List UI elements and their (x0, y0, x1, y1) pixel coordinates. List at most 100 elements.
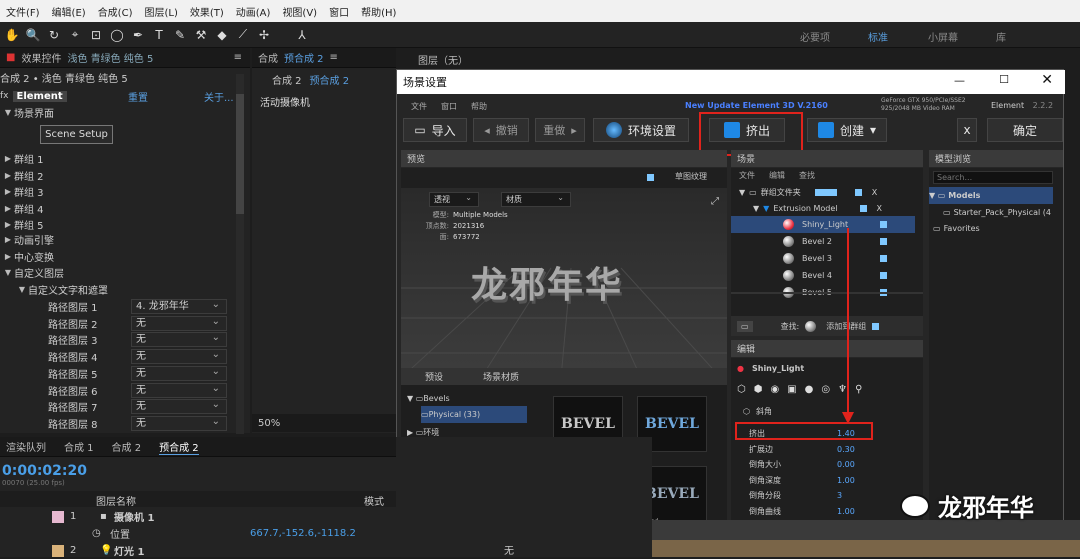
menu-item-4[interactable]: 效果(T) (190, 4, 224, 19)
axis-icon[interactable]: ⅄ (293, 26, 311, 44)
group-folder-row[interactable]: ▼ ▭ 群组文件夹 X (739, 184, 877, 201)
edit-field-value[interactable]: 1.00 (837, 476, 855, 485)
texture-tab-icon[interactable]: ▣ (787, 384, 796, 395)
material-tab-icon[interactable]: ◉ (770, 384, 779, 395)
path-layer-select[interactable]: 无 (131, 315, 227, 331)
tab-comp-2[interactable]: 合成 2 (272, 72, 302, 87)
workspace-library[interactable]: 库 (996, 29, 1006, 44)
custom-layers-group[interactable]: ▼ 自定义图层 (2, 264, 64, 281)
scene-item-2[interactable]: Bevel 2 (731, 233, 915, 250)
tab-scene-materials[interactable]: 场景材质 (483, 370, 519, 383)
scene-setup-button[interactable]: Scene Setup (40, 125, 113, 144)
path-layer-select[interactable]: 无 (131, 398, 227, 415)
close-icon[interactable]: ✕ (1041, 72, 1053, 88)
timeline-row-position[interactable]: ◷ 位置 667.7,-152.6,-1118.2 (0, 525, 396, 542)
dialog-menu-item[interactable]: 文件 (411, 101, 427, 112)
preset-tree-item[interactable]: ▭ Physical (33) (421, 406, 527, 423)
path-layer-select[interactable]: 无 (131, 348, 227, 365)
edit-field-value[interactable]: 0.30 (837, 445, 855, 454)
rotate-icon[interactable]: ↻ (45, 26, 63, 44)
popout-icon[interactable]: ⤢ (711, 196, 719, 207)
render-mode-select[interactable]: 透视 (429, 191, 479, 207)
puppet-icon[interactable]: ✢ (255, 26, 273, 44)
current-time[interactable]: 0:00:02:20 (2, 463, 87, 479)
menu-item-0[interactable]: 文件(F) (6, 4, 40, 19)
workspace-standard[interactable]: 标准 (868, 29, 888, 44)
reset-link[interactable]: 重置 (128, 89, 148, 104)
stopwatch-icon[interactable]: ◷ (92, 528, 101, 539)
zoom-select[interactable]: 50% (258, 418, 280, 429)
pen-icon[interactable]: ✒ (129, 26, 147, 44)
scene-item-3[interactable]: Bevel 3 (731, 250, 915, 267)
add-to-group-button[interactable]: 添加到群组 (826, 321, 866, 332)
path-layer-select[interactable]: 无 (131, 415, 227, 431)
anim-engine-group[interactable]: ▶ 动画引擎 (2, 231, 54, 248)
edit-field-value[interactable]: 0.00 (837, 460, 855, 469)
sphere-filter-icon[interactable] (805, 320, 817, 332)
maximize-icon[interactable]: ☐ (999, 73, 1009, 86)
group-3[interactable]: ▶ 群组 3 (2, 183, 44, 200)
effect-controls-tab[interactable]: ■ 效果控件 浅色 青绿色 纯色 5 ≡ (0, 48, 250, 68)
scene-interface-group[interactable]: ▼ 场景界面 (2, 104, 54, 121)
layer-tab[interactable]: 图层（无） (418, 52, 468, 67)
menu-item-2[interactable]: 合成(C) (98, 4, 133, 19)
cancel-x-button[interactable]: x (957, 118, 977, 142)
material-mode-select[interactable]: 材质 (501, 191, 571, 207)
draft-texture-checkbox[interactable] (647, 174, 654, 181)
starter-pack-folder[interactable]: ▭ Starter_Pack_Physical (4 (943, 204, 1051, 221)
timeline-tab[interactable]: 合成 2 (112, 439, 142, 454)
scene-item-4[interactable]: Bevel 4 (731, 267, 915, 284)
workspace-essentials[interactable]: 必要项 (800, 29, 830, 44)
timeline-tab[interactable]: 合成 1 (64, 439, 94, 454)
environment-button[interactable]: 环境设置 (593, 118, 689, 142)
edit-field-value[interactable]: 3 (837, 491, 842, 500)
tab-presets[interactable]: 预设 (425, 370, 443, 383)
camera-orbit-icon[interactable]: ⌖ (66, 26, 84, 44)
light-parent-select[interactable]: 无 (504, 546, 514, 557)
stamp-icon[interactable]: ⚒ (192, 26, 210, 44)
minimize-icon[interactable]: — (954, 74, 965, 87)
menu-item-5[interactable]: 动画(A) (236, 4, 271, 19)
center-transform-group[interactable]: ▶ 中心变换 (2, 248, 54, 265)
dialog-menu-item[interactable]: 窗口 (441, 101, 457, 112)
path-layer-select[interactable]: 无 (131, 382, 227, 398)
group-4[interactable]: ▶ 群组 4 (2, 200, 44, 217)
menu-item-1[interactable]: 编辑(E) (52, 4, 86, 19)
folder-add-icon[interactable]: ▭ (737, 320, 753, 332)
about-link[interactable]: 关于... (204, 89, 234, 104)
panel-menu-icon[interactable]: ≡ (330, 52, 338, 63)
path-layer-select[interactable]: 4. 龙邪年华 (131, 298, 227, 314)
bevel-edit-icon[interactable]: ⬢ (754, 384, 763, 395)
ellipse-icon[interactable]: ◯ (108, 26, 126, 44)
bevel-tab-icon[interactable]: ⬡ (737, 384, 746, 395)
brush-icon[interactable]: ✎ (171, 26, 189, 44)
scene-menu-item[interactable]: 编辑 (769, 170, 785, 181)
import-button[interactable]: ▭ 导入 (403, 118, 467, 142)
timeline-row-light[interactable]: 2 💡 灯光 1 (0, 542, 396, 559)
timeline-track[interactable] (652, 520, 1080, 557)
ok-button[interactable]: 确定 (987, 118, 1063, 142)
preset-tree-item[interactable]: ▼ ▭ Bevels (407, 390, 450, 407)
scrollbar[interactable] (236, 74, 244, 434)
3d-viewport[interactable]: 透视 材质 模型:Multiple Models 顶点数:2021316 面:673… (401, 188, 727, 378)
roto-icon[interactable]: ⟋ (234, 26, 252, 44)
timeline-row-camera[interactable]: 1 ▪ 摄像机 1 (0, 508, 396, 525)
tab-precomp-2[interactable]: 预合成 2 (310, 72, 350, 87)
composition-tab[interactable]: 合成 预合成 2 ≡ (252, 48, 396, 68)
eraser-icon[interactable]: ◆ (213, 26, 231, 44)
model-search-input[interactable] (933, 171, 1053, 184)
models-folder[interactable]: ▼ ▭ Models (929, 187, 1053, 204)
undo-button[interactable]: ◂ 撤销 (473, 118, 529, 142)
redo-button[interactable]: 重做 ▸ (535, 118, 585, 142)
menu-item-8[interactable]: 帮助(H) (361, 4, 396, 19)
extrusion-model-row[interactable]: ▼ ▼ Extrusion Model X (753, 200, 882, 217)
custom-text-mask-group[interactable]: ▼ 自定义文字和遮罩 (16, 281, 108, 298)
group-1[interactable]: ▶ 群组 1 (2, 150, 44, 167)
timeline-tab[interactable]: 渲染队列 (6, 439, 46, 454)
scene-menu-item[interactable]: 查找 (799, 170, 815, 181)
pin-tab-icon[interactable]: ♆ (838, 384, 847, 395)
menu-item-6[interactable]: 视图(V) (282, 4, 317, 19)
scene-menu-item[interactable]: 文件 (739, 170, 755, 181)
edit-field-value[interactable]: 1.00 (837, 507, 855, 516)
timeline-tab[interactable]: 预合成 2 (159, 439, 199, 455)
